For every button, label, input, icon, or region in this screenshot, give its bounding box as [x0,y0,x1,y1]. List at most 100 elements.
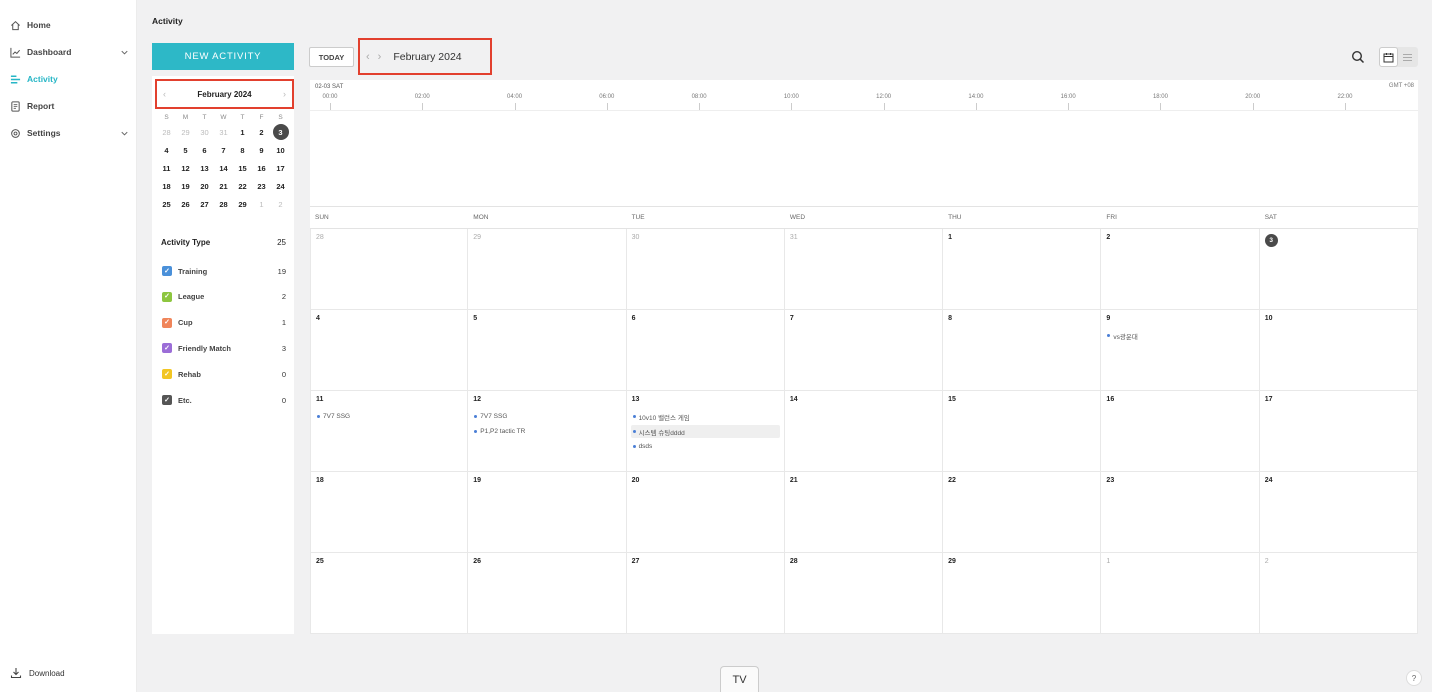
calendar-day-cell[interactable]: 22 [943,472,1102,553]
calendar-event[interactable]: vs광운대 [1105,329,1254,342]
mini-day[interactable]: 21 [214,177,233,195]
mini-day[interactable]: 11 [157,159,176,177]
activity-type-item[interactable]: ✓ Cup 1 [162,316,286,330]
calendar-day-cell[interactable]: 2 [1101,229,1260,310]
calendar-day-cell[interactable]: 31 [784,229,944,310]
calendar-day-cell[interactable]: 23 [1101,472,1260,553]
mini-day[interactable]: 28 [157,123,176,141]
calendar-day-cell[interactable]: 16 [1101,391,1260,472]
help-button[interactable]: ? [1406,670,1422,686]
mini-day[interactable]: 17 [271,159,290,177]
download-button[interactable]: Download [10,667,65,679]
checkbox-checked-icon[interactable]: ✓ [162,266,172,276]
mini-day[interactable]: 2 [271,195,290,213]
calendar-day-cell[interactable]: 28 [784,553,944,634]
calendar-event[interactable]: 7V7 SSG [472,410,621,423]
nav-item-home[interactable]: Home [10,16,132,34]
calendar-day-cell[interactable]: 28 [310,229,469,310]
activity-type-item[interactable]: ✓ Rehab 0 [162,367,286,381]
calendar-day-cell[interactable]: 3 [1259,229,1418,310]
mini-day[interactable]: 29 [176,123,195,141]
mini-day[interactable]: 2 [252,123,271,141]
mini-day[interactable]: 24 [271,177,290,195]
nav-item-report[interactable]: Report [10,97,132,115]
checkbox-checked-icon[interactable]: ✓ [162,369,172,380]
calendar-day-cell[interactable]: 17 [1259,391,1418,472]
mini-day[interactable]: 16 [252,159,271,177]
mini-day[interactable]: 29 [233,195,252,213]
mini-day[interactable]: 10 [271,141,290,159]
checkbox-checked-icon[interactable]: ✓ [162,317,172,328]
calendar-day-cell[interactable]: 20 [626,472,785,553]
calendar-day-cell[interactable]: 6 [626,310,785,391]
next-month-icon[interactable]: › [378,51,382,63]
calendar-event[interactable]: 7V7 SSG [315,410,463,423]
calendar-day-cell[interactable]: 7 [784,310,944,391]
calendar-day-cell[interactable]: 1 [943,229,1102,310]
calendar-view-button[interactable] [1379,47,1398,67]
calendar-day-cell[interactable]: 29 [468,229,627,310]
activity-type-item[interactable]: ✓ League 2 [162,290,286,304]
calendar-day-cell[interactable]: 4 [310,310,469,391]
activity-type-item[interactable]: ✓ Training 19 [162,264,286,278]
mini-day[interactable]: 28 [214,195,233,213]
mini-day[interactable]: 27 [195,195,214,213]
calendar-day-cell[interactable]: 27 [626,553,785,634]
today-button[interactable]: TODAY [309,47,354,67]
mini-day[interactable]: 4 [157,141,176,159]
mini-day[interactable]: 12 [176,159,195,177]
calendar-day-cell[interactable]: 2 [1259,553,1418,634]
calendar-day-cell[interactable]: 24 [1259,472,1418,553]
checkbox-checked-icon[interactable]: ✓ [162,291,172,302]
calendar-day-cell[interactable]: 1 [1101,553,1260,634]
calendar-day-cell[interactable]: 21 [784,472,944,553]
checkbox-checked-icon[interactable]: ✓ [162,395,172,405]
search-icon[interactable] [1351,50,1365,64]
nav-item-dashboard[interactable]: Dashboard [10,43,132,61]
calendar-day-cell[interactable]: 12 7V7 SSG P1,P2 tactic TR [468,391,627,472]
mini-day[interactable]: 19 [176,177,195,195]
mini-day[interactable]: 26 [176,195,195,213]
mini-day[interactable]: 7 [214,141,233,159]
mini-day[interactable]: 1 [252,195,271,213]
activity-type-item[interactable]: ✓ Friendly Match 3 [162,341,286,355]
calendar-day-cell[interactable]: 15 [943,391,1102,472]
mini-day[interactable]: 9 [252,141,271,159]
calendar-day-cell[interactable]: 5 [468,310,627,391]
mini-day[interactable]: 15 [233,159,252,177]
list-view-button[interactable] [1398,47,1417,67]
calendar-event[interactable]: 시스템 슈팅dddd [630,425,780,438]
calendar-day-cell[interactable]: 14 [784,391,944,472]
calendar-event[interactable]: P1,P2 tactic TR [472,425,621,438]
calendar-event[interactable]: 10v10 밸런스 게임 [631,410,780,423]
mini-day[interactable]: 23 [252,177,271,195]
calendar-day-cell[interactable]: 19 [468,472,627,553]
nav-item-activity[interactable]: Activity [10,70,132,88]
calendar-day-cell[interactable]: 30 [626,229,785,310]
calendar-day-cell[interactable]: 8 [943,310,1102,391]
mini-day[interactable]: 6 [195,141,214,159]
nav-item-settings[interactable]: Settings [10,124,132,142]
calendar-event[interactable]: dsds [631,440,780,453]
mini-day[interactable]: 3 [271,123,290,141]
calendar-day-cell[interactable]: 13 10v10 밸런스 게임 시스템 슈팅dddd dsds [626,391,785,472]
mini-day[interactable]: 14 [214,159,233,177]
calendar-day-cell[interactable]: 10 [1259,310,1418,391]
prev-month-icon[interactable]: ‹ [366,51,370,63]
mini-day[interactable]: 5 [176,141,195,159]
calendar-day-cell[interactable]: 9 vs광운대 [1101,310,1260,391]
new-activity-button[interactable]: NEW ACTIVITY [152,43,294,70]
mini-day[interactable]: 31 [214,123,233,141]
calendar-day-cell[interactable]: 29 [943,553,1102,634]
checkbox-checked-icon[interactable]: ✓ [162,343,172,354]
mini-next-month-icon[interactable]: › [283,89,286,99]
mini-day[interactable]: 18 [157,177,176,195]
mini-day[interactable]: 30 [195,123,214,141]
mini-day[interactable]: 1 [233,123,252,141]
mini-day[interactable]: 13 [195,159,214,177]
calendar-day-cell[interactable]: 25 [310,553,469,634]
mini-prev-month-icon[interactable]: ‹ [163,89,166,99]
mini-day[interactable]: 8 [233,141,252,159]
mini-day[interactable]: 22 [233,177,252,195]
mini-day[interactable]: 20 [195,177,214,195]
